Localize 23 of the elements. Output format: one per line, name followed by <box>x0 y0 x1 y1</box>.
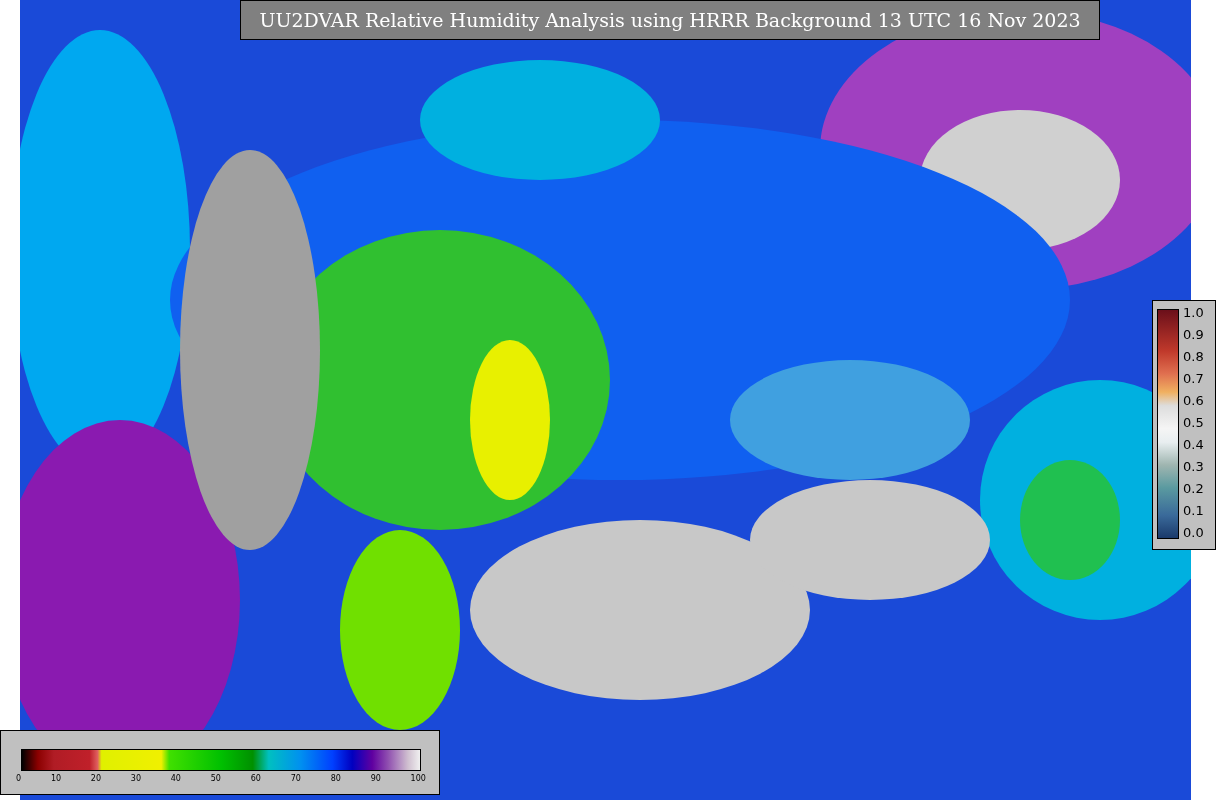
tick-label: 0.4 <box>1183 436 1204 455</box>
tick-label: 30 <box>130 773 141 785</box>
tick-label: 0.6 <box>1183 392 1204 411</box>
tick-label: 80 <box>330 773 341 785</box>
tick-label: 0 <box>16 773 22 785</box>
tick-label: 0.9 <box>1183 326 1204 345</box>
tick-label: 40 <box>170 773 181 785</box>
tick-label: 90 <box>370 773 381 785</box>
tick-label: 0.0 <box>1183 524 1204 543</box>
tick-label: 10 <box>50 773 62 785</box>
tick-label: 0.3 <box>1183 458 1204 477</box>
tick-label: 100 <box>410 773 426 785</box>
tick-label: 0.2 <box>1183 480 1204 499</box>
tick-label: 0.8 <box>1183 348 1204 367</box>
tick-label: 50 <box>210 773 221 785</box>
tick-label: 60 <box>250 773 261 785</box>
tick-label: 70 <box>290 773 301 785</box>
tick-label: 20 <box>90 773 102 785</box>
tick-label: 1.0 <box>1183 304 1204 322</box>
tick-label: 0.1 <box>1183 502 1204 521</box>
tick-label: 0.7 <box>1183 370 1204 389</box>
tick-label: 0.5 <box>1183 414 1204 433</box>
map-title: UU2DVAR Relative Humidity Analysis using HRRR Background 13 UTC 16 Nov 2023 <box>240 0 1100 40</box>
